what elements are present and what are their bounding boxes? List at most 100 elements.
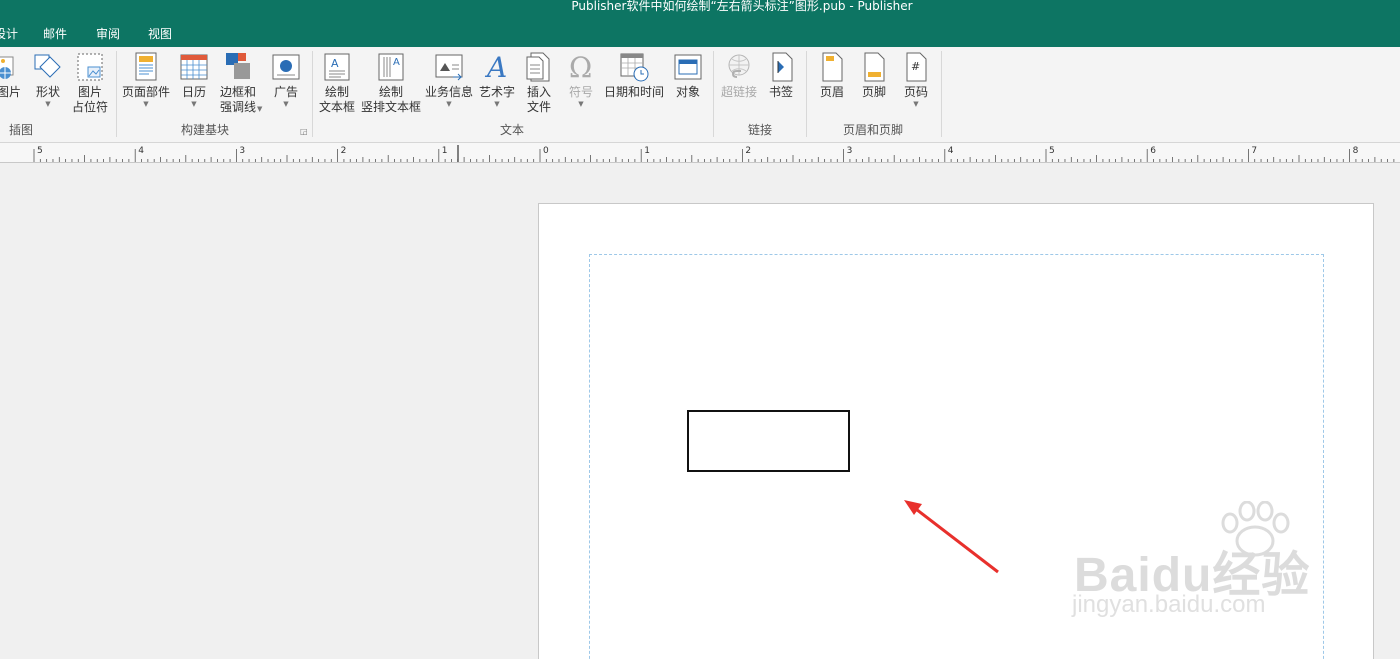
draw-textbox-button[interactable]: A 绘制 文本框 — [318, 51, 356, 115]
bookmark-icon — [766, 51, 798, 83]
object-label: 对象 — [675, 85, 700, 99]
insert-file-label: 插入 文件 — [526, 85, 551, 114]
group-divider — [116, 51, 117, 137]
ruler-label: 5 — [37, 146, 43, 156]
group-label-header-footer: 页眉和页脚 — [842, 123, 903, 137]
wordart-button[interactable]: A 艺术字 ▼ — [478, 51, 516, 108]
chevron-down-icon: ▼ — [191, 100, 197, 108]
date-time-label: 日期和时间 — [603, 85, 664, 99]
ruler-label: 2 — [341, 146, 347, 156]
group-divider — [941, 51, 942, 137]
bookmark-button[interactable]: 书签 — [766, 51, 796, 100]
picture-placeholder-label: 图片 占位符 — [71, 85, 108, 114]
borders-accents-button[interactable]: 边框和 强调线 ▼ — [215, 51, 262, 115]
ruler-label: 0 — [543, 146, 549, 156]
shapes-button[interactable]: 形状 ▼ — [30, 51, 66, 108]
horizontal-ruler[interactable]: 5 4 3 2 1 0 1 2 3 4 5 6 7 8 — [0, 143, 1400, 163]
ruler-label: 8 — [1353, 146, 1359, 156]
ruler-label: 4 — [138, 146, 144, 156]
symbol-button[interactable]: Ω 符号 ▼ — [564, 51, 598, 108]
picture-label: 图片 — [0, 85, 21, 99]
header-button[interactable]: 页眉 — [816, 51, 848, 100]
ruler-label: 3 — [847, 146, 853, 156]
title-bar: Publisher软件中如何绘制“左右箭头标注”图形.pub - Publish… — [0, 0, 1400, 47]
ribbon: 图片 形状 ▼ 图片 占位符 插图 页面部件 ▼ 日历 ▼ 边框和 强调线 ▼ — [0, 47, 1400, 143]
picture-placeholder-icon — [74, 51, 106, 83]
picture-button[interactable]: 图片 — [0, 51, 26, 100]
group-divider — [713, 51, 714, 137]
page-number-label: 页码 — [903, 85, 928, 99]
hyperlink-button[interactable]: 超链接 — [719, 51, 759, 100]
shapes-label: 形状 — [35, 85, 60, 99]
advertisement-label: 广告 — [273, 85, 298, 99]
tab-mailings[interactable]: 邮件 — [43, 27, 67, 41]
picture-icon — [0, 51, 25, 83]
svg-text:Ω: Ω — [569, 51, 592, 83]
draw-vertical-textbox-button[interactable]: A 绘制 竖排文本框 — [360, 51, 422, 115]
globe-link-icon — [723, 51, 755, 83]
page-parts-button[interactable]: 页面部件 ▼ — [120, 51, 172, 108]
wordart-label: 艺术字 — [478, 85, 515, 99]
chevron-down-icon: ▼ — [283, 100, 289, 108]
footer-label: 页脚 — [861, 85, 886, 99]
calendar-clock-icon — [618, 51, 650, 83]
date-time-button[interactable]: 日期和时间 — [603, 51, 665, 100]
chevron-down-icon: ▼ — [446, 100, 452, 108]
chevron-down-icon: ▼ — [913, 100, 919, 108]
footer-button[interactable]: 页脚 — [858, 51, 890, 100]
footer-icon — [858, 51, 890, 83]
page-parts-icon — [130, 51, 162, 83]
picture-placeholder-button[interactable]: 图片 占位符 — [70, 51, 110, 115]
page-number-icon: # — [900, 51, 932, 83]
ruler-label: 7 — [1251, 146, 1257, 156]
business-info-icon — [433, 51, 465, 83]
svg-text:A: A — [484, 51, 507, 83]
window-title: Publisher软件中如何绘制“左右箭头标注”图形.pub - Publish… — [571, 0, 913, 13]
watermark-url: jingyan.baidu.com — [1072, 591, 1266, 618]
insert-file-icon — [523, 51, 555, 83]
borders-accents-icon — [222, 51, 254, 83]
symbol-label: 符号 — [568, 85, 593, 99]
draw-vertical-textbox-label: 绘制 竖排文本框 — [360, 85, 421, 114]
svg-text:A: A — [393, 57, 400, 68]
borders-accents-label: 边框和 强调线 — [219, 85, 256, 114]
tab-view[interactable]: 视图 — [148, 27, 172, 41]
business-info-button[interactable]: 业务信息 ▼ — [424, 51, 474, 108]
ruler-label: 2 — [745, 146, 751, 156]
group-label-text: 文本 — [499, 123, 524, 137]
object-button[interactable]: 对象 — [672, 51, 704, 100]
svg-text:#: # — [911, 60, 920, 73]
header-label: 页眉 — [819, 85, 844, 99]
svg-text:A: A — [331, 57, 339, 70]
draw-vertical-textbox-icon: A — [375, 51, 407, 83]
advertisement-button[interactable]: 广告 ▼ — [268, 51, 304, 108]
chevron-down-icon: ▼ — [494, 100, 500, 108]
chevron-down-icon: ▼ — [45, 100, 51, 108]
calendar-button[interactable]: 日历 ▼ — [177, 51, 211, 108]
ruler-label: 3 — [239, 146, 245, 156]
page-number-button[interactable]: # 页码 ▼ — [900, 51, 932, 108]
shapes-icon — [32, 51, 64, 83]
hyperlink-label: 超链接 — [720, 85, 757, 99]
tab-design[interactable]: 设计 — [0, 27, 18, 41]
group-label-links: 链接 — [747, 123, 772, 137]
group-divider — [806, 51, 807, 137]
insert-file-button[interactable]: 插入 文件 — [522, 51, 556, 115]
header-icon — [816, 51, 848, 83]
ruler-label: 5 — [1049, 146, 1055, 156]
ruler-label: 4 — [948, 146, 954, 156]
advertisement-icon — [270, 51, 302, 83]
business-info-label: 业务信息 — [424, 85, 473, 99]
group-divider — [312, 51, 313, 137]
chevron-down-icon: ▼ — [143, 100, 149, 108]
tab-review[interactable]: 审阅 — [96, 27, 120, 41]
ruler-ticks: 5 4 3 2 1 0 1 2 3 4 5 6 7 8 — [33, 145, 1395, 162]
ruler-label: 6 — [1150, 146, 1156, 156]
group-label-building-blocks: 构建基块 — [180, 123, 229, 137]
draw-textbox-label: 绘制 文本框 — [318, 85, 355, 114]
bookmark-label: 书签 — [768, 85, 793, 99]
dialog-launcher-icon[interactable]: ◲ — [300, 127, 308, 136]
calendar-icon — [178, 51, 210, 83]
wordart-icon: A — [481, 51, 513, 84]
draw-textbox-icon: A — [321, 51, 353, 83]
